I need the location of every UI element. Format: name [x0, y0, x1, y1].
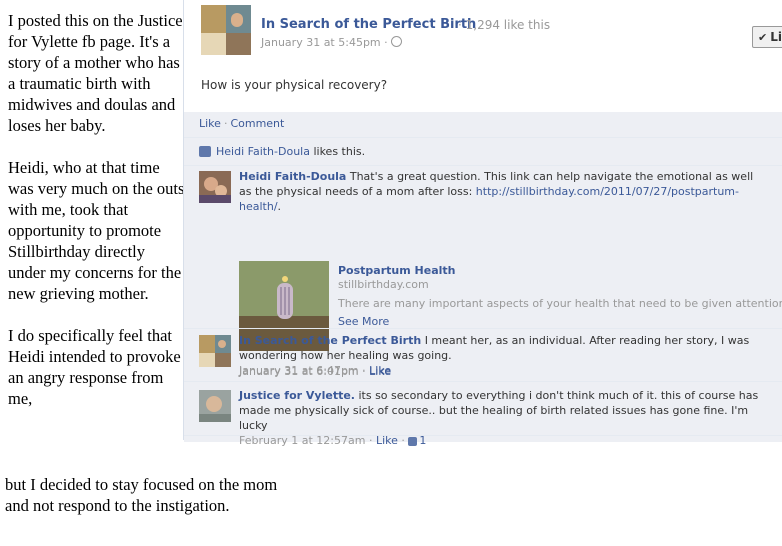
comment-author[interactable]: Justice for Vylette.: [239, 389, 355, 402]
attachment-description: There are many important aspects of your…: [338, 297, 782, 310]
liked-label: Liked: [770, 30, 782, 44]
comment-author[interactable]: Heidi Faith-Doula: [239, 170, 346, 183]
note-paragraph-4: but I decided to stay focused on the mom…: [5, 475, 278, 515]
page-name-link[interactable]: In Search of the Perfect Birth: [261, 17, 476, 32]
thumbs-up-icon: [199, 146, 211, 157]
comment-like-link[interactable]: Like: [369, 364, 391, 377]
attachment-title[interactable]: Postpartum Health: [338, 263, 455, 278]
comment-text: Justice for Vylette. its so secondary to…: [239, 388, 764, 448]
thumbs-up-icon: [408, 437, 418, 446]
post-body: How is your physical recovery?: [201, 78, 388, 92]
avatar[interactable]: [199, 335, 231, 367]
comment-item: Heidi Faith-Doula That's a great questio…: [199, 169, 782, 378]
page-like-count: · 1,294 like this: [458, 18, 551, 32]
like-link[interactable]: Like: [199, 117, 221, 130]
annotation-note: I posted this on the Justice for Vylette…: [5, 10, 277, 515]
page-avatar[interactable]: [201, 5, 251, 55]
avatar[interactable]: [199, 171, 231, 203]
comment-meta: January 31 at 6:47pm · Like: [239, 364, 392, 377]
timestamp-text[interactable]: January 31 at 5:45pm ·: [261, 36, 388, 49]
liked-button[interactable]: ✔Liked: [752, 26, 782, 48]
comment-author[interactable]: In Search of the Perfect Birth: [239, 334, 421, 347]
comment-time[interactable]: January 31 at 6:47pm: [239, 364, 359, 377]
post-header: In Search of the Perfect Birth · 1,294 l…: [201, 5, 782, 57]
post-actions: Like · Comment: [199, 117, 285, 130]
comment-text: In Search of the Perfect Birth I meant h…: [239, 333, 764, 378]
attachment-domain: stillbirthday.com: [338, 278, 429, 291]
check-icon: ✔: [758, 31, 768, 44]
note-paragraph-1: I posted this on the Justice for Vylette…: [8, 11, 183, 135]
comment-text: Heidi Faith-Doula That's a great questio…: [239, 169, 764, 214]
liker-link[interactable]: Heidi Faith-Doula: [216, 145, 310, 158]
feedback-area: Like · Comment Heidi Faith-Doula likes thi…: [184, 112, 782, 447]
avatar[interactable]: [199, 390, 231, 422]
see-more-link[interactable]: See More: [338, 314, 389, 329]
note-paragraph-3: I do specifically feel that Heidi intend…: [8, 326, 181, 408]
note-paragraph-2: Heidi, who at that time was very much on…: [8, 158, 185, 303]
comment-link-suffix: .: [277, 200, 282, 213]
comment-link[interactable]: Comment: [230, 117, 284, 130]
likes-this-text: likes this.: [313, 145, 366, 158]
globe-icon: [390, 36, 402, 47]
post-timestamp: January 31 at 5:45pm ·: [261, 36, 402, 49]
facebook-post: In Search of the Perfect Birth · 1,294 l…: [183, 0, 782, 447]
likes-this-line: Heidi Faith-Doula likes this.: [199, 145, 365, 158]
